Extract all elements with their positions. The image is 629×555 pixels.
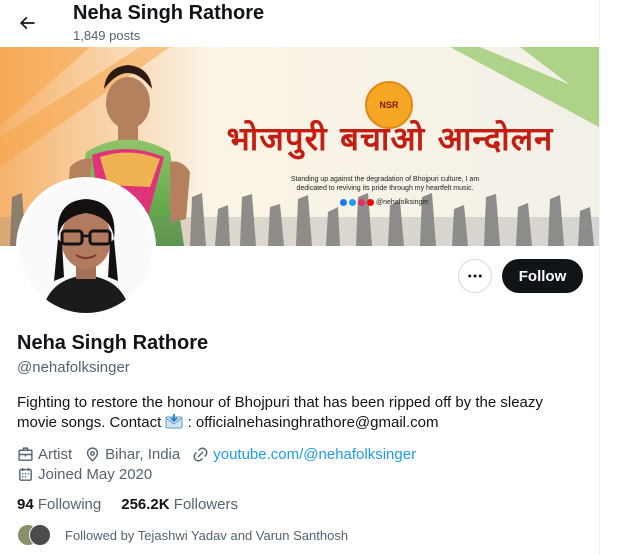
- avatar-portrait: [20, 181, 152, 313]
- arrow-left-icon: [19, 16, 35, 30]
- following-link[interactable]: 94 Following: [17, 496, 101, 513]
- banner-tagline-line1: Standing up against the degradation of B…: [290, 176, 480, 183]
- followed-by-avatars: [17, 524, 59, 546]
- twitter-icon: [349, 199, 356, 206]
- link-icon: [193, 447, 208, 462]
- banner-title: भोजपुरी बचाओ आन्दोलन: [226, 119, 554, 158]
- banner-social-handle: @nehafolksinger: [376, 199, 429, 206]
- followers-link[interactable]: 256.2K Followers: [121, 496, 238, 513]
- facebook-icon: [340, 199, 347, 206]
- calendar-icon: [19, 468, 32, 481]
- profile-joined: Joined May 2020: [17, 466, 152, 483]
- profile-header-bar: Neha Singh Rathore 1,849 posts: [0, 0, 599, 47]
- bio-line-2: movie songs. Contact : officialnehasingh…: [17, 413, 587, 433]
- profile-location-text: Bihar, India: [105, 446, 181, 463]
- more-horizontal-icon: [468, 274, 482, 278]
- header-post-count: 1,849 posts: [73, 28, 141, 43]
- bio-line-1: Fighting to restore the honour of Bhojpu…: [17, 394, 543, 411]
- follower-avatar: [29, 524, 51, 546]
- header-name: Neha Singh Rathore: [73, 2, 265, 24]
- profile-name: Neha Singh Rathore: [17, 332, 209, 354]
- following-label: Following: [37, 496, 102, 513]
- banner-tagline: Standing up against the degradation of B…: [265, 175, 505, 193]
- avatar[interactable]: [16, 177, 156, 317]
- profile-location: Bihar, India: [84, 446, 180, 463]
- back-button[interactable]: [12, 8, 42, 38]
- briefcase-icon: [18, 447, 33, 461]
- followed-by-text[interactable]: Followed by Tejashwi Yadav and Varun San…: [65, 528, 348, 543]
- profile-handle: @nehafolksinger: [17, 359, 130, 376]
- profile-website-link[interactable]: youtube.com/@nehafolksinger: [213, 446, 416, 463]
- follow-counts: 94 Following 256.2K Followers: [17, 496, 258, 513]
- profile-category: Artist: [17, 446, 72, 463]
- bio-contact-email: : officialnehasinghrathore@gmail.com: [187, 414, 439, 431]
- more-options-button[interactable]: [458, 259, 492, 293]
- followers-label: Followers: [173, 496, 238, 513]
- banner-social-row: @nehafolksinger: [340, 199, 429, 206]
- follow-button[interactable]: Follow: [502, 259, 583, 293]
- profile-joined-text: Joined May 2020: [38, 466, 153, 483]
- followed-by-row[interactable]: Followed by Tejashwi Yadav and Varun San…: [17, 524, 348, 546]
- envelope-emoji-icon: [165, 414, 183, 436]
- column-divider: [599, 0, 600, 555]
- profile-joined-row: Joined May 2020: [17, 466, 164, 483]
- bio-contact-label: movie songs. Contact: [17, 414, 162, 431]
- location-pin-icon: [87, 447, 99, 462]
- youtube-icon: [367, 199, 374, 206]
- profile-website[interactable]: youtube.com/@nehafolksinger: [192, 446, 416, 463]
- profile-meta-row: Artist Bihar, India youtube.com/@nehafol…: [17, 446, 428, 463]
- banner-tagline-line2: dedicated to reviving its pride through …: [296, 185, 474, 192]
- following-count: 94: [17, 496, 34, 513]
- instagram-icon: [358, 199, 365, 206]
- profile-bio: Fighting to restore the honour of Bhojpu…: [17, 393, 587, 433]
- profile-category-text: Artist: [38, 446, 73, 463]
- followers-count: 256.2K: [121, 496, 170, 513]
